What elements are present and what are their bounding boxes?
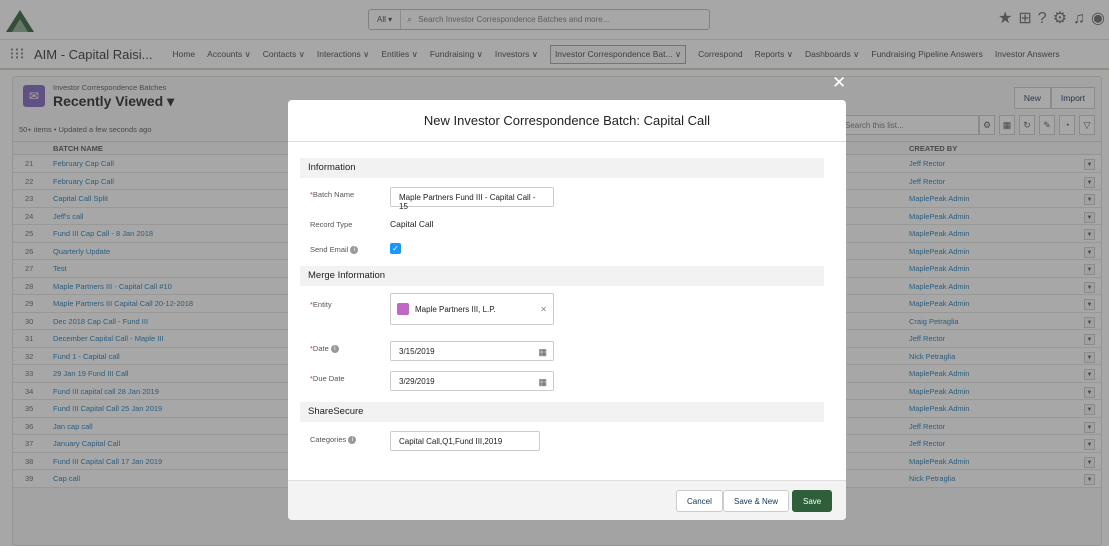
modal-title: New Investor Correspondence Batch: Capit…: [288, 100, 846, 142]
due-date-value: 3/29/2019: [399, 377, 435, 386]
entity-pill-label: Maple Partners III, L.P.: [415, 304, 496, 314]
entity-pill[interactable]: Maple Partners III, L.P. ✕: [397, 299, 547, 319]
info-icon[interactable]: i: [348, 436, 357, 445]
calendar-icon[interactable]: ▦: [538, 377, 547, 388]
due-date-label: *Due Date: [310, 374, 345, 383]
date-label: *Date i: [310, 344, 339, 354]
info-icon[interactable]: i: [350, 246, 359, 255]
entity-lookup-field[interactable]: Maple Partners III, L.P. ✕: [390, 293, 554, 325]
save-button[interactable]: Save: [792, 490, 833, 512]
modal-body: Information *Batch Name Maple Partners F…: [288, 142, 846, 480]
record-type-label: Record Type: [310, 220, 353, 229]
new-batch-modal: New Investor Correspondence Batch: Capit…: [288, 100, 846, 520]
entity-object-icon: [397, 303, 409, 315]
date-field[interactable]: 3/15/2019 ▦: [390, 341, 554, 361]
close-icon[interactable]: ✕: [832, 74, 846, 91]
info-icon[interactable]: i: [330, 345, 339, 354]
batch-name-label: *Batch Name: [310, 190, 355, 199]
send-email-checkbox[interactable]: ✓: [390, 243, 401, 254]
modal-footer: Cancel Save & New Save: [288, 480, 846, 520]
remove-x-icon[interactable]: ✕: [540, 305, 547, 314]
due-date-field[interactable]: 3/29/2019 ▦: [390, 371, 554, 391]
cancel-button[interactable]: Cancel: [676, 490, 723, 512]
section-information: Information: [300, 158, 824, 178]
categories-field[interactable]: Capital Call,Q1,Fund III,2019: [390, 431, 540, 451]
send-email-label: Send Email i: [310, 245, 359, 255]
batch-name-field[interactable]: Maple Partners Fund III - Capital Call -…: [390, 187, 554, 211]
categories-label: Categories i: [310, 435, 357, 445]
calendar-icon[interactable]: ▦: [538, 347, 547, 358]
section-merge-information: Merge Information: [300, 266, 824, 286]
save-and-new-button[interactable]: Save & New: [723, 490, 790, 512]
section-sharesecure: ShareSecure: [300, 402, 824, 422]
app-window: All ▾ ⌕ Search Investor Correspondence B…: [0, 0, 1109, 546]
entity-label: *Entity: [310, 300, 332, 309]
record-type-value: Capital Call: [390, 219, 434, 229]
date-value: 3/15/2019: [399, 347, 435, 356]
